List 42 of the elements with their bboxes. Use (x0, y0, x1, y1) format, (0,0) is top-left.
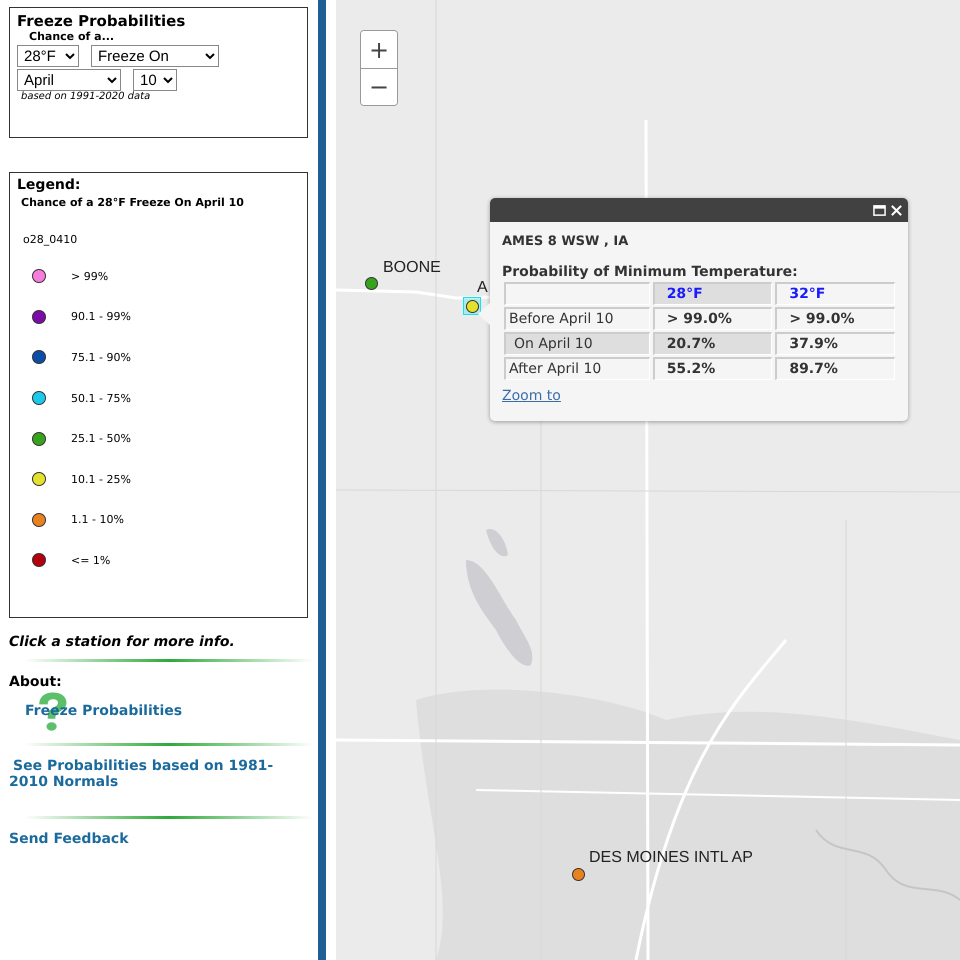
row-header: Before April 10 (504, 307, 650, 330)
legend-label: 50.1 - 75% (71, 392, 131, 405)
legend-label: 90.1 - 99% (71, 310, 131, 324)
month-select[interactable]: April (17, 69, 121, 91)
table-cell: 20.7% (652, 332, 772, 355)
close-icon[interactable] (890, 204, 903, 216)
temperature-select[interactable]: 28°F (17, 45, 79, 67)
legend-subtitle: Chance of a 28°F Freeze On April 10 (21, 196, 245, 209)
legend-label: 75.1 - 90% (71, 350, 131, 364)
about-heading: About: (9, 674, 63, 690)
legend-label: > 99% (71, 270, 108, 283)
station-label: DES MOINES INTL AP (589, 849, 753, 867)
legend-label: 25.1 - 50% (71, 432, 131, 446)
legend-label: 10.1 - 25% (71, 472, 131, 486)
table-cell: 37.9% (775, 332, 895, 355)
zoom-to-link[interactable]: Zoom to (502, 388, 561, 404)
row-header: On April 10 (504, 332, 650, 355)
column-header: 28°F (652, 282, 772, 305)
station-label: A (477, 279, 488, 297)
station-name: AMES 8 WSW , IA (502, 234, 630, 249)
table-cell: 55.2% (652, 357, 772, 380)
station-label: BOONE (383, 259, 441, 277)
layer-name: o28_0410 (23, 233, 78, 246)
panel-subtitle: Chance of a... (29, 30, 116, 43)
data-note: based on 1991-2020 data (21, 91, 152, 102)
table-cell: > 99.0% (652, 307, 772, 330)
event-select[interactable]: Freeze On (91, 45, 219, 67)
row-header: After April 10 (504, 357, 650, 380)
zoom-out-button[interactable]: − (361, 68, 397, 105)
table-heading: Probability of Minimum Temperature: (502, 264, 799, 280)
panel-title: Freeze Probabilities (17, 12, 186, 30)
hint-text: Click a station for more info. (9, 634, 236, 650)
legend-label: 1.1 - 10% (71, 513, 124, 526)
table-cell: 89.7% (775, 357, 895, 380)
table-cell: > 99.0% (775, 307, 895, 330)
feedback-link[interactable]: Send Feedback (9, 831, 308, 847)
legend-label: <= 1% (71, 554, 110, 567)
day-select[interactable]: 10 (133, 69, 177, 91)
maximize-icon[interactable] (873, 204, 886, 216)
column-header: 32°F (775, 282, 895, 305)
normals-link[interactable]: See Probabilities based on 1981-2010 Normals (9, 758, 299, 790)
legend-title: Legend: (17, 177, 82, 193)
